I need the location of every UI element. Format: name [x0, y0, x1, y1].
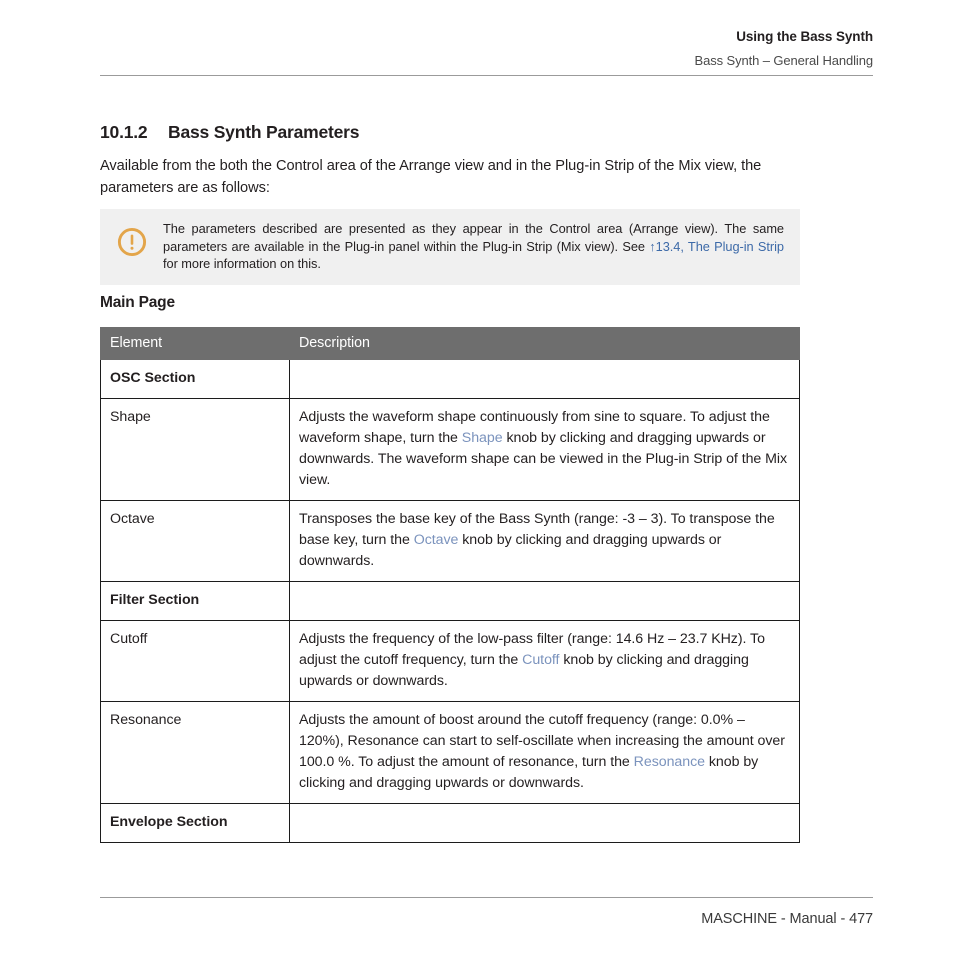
note-callout: The parameters described are presented a… — [100, 209, 800, 285]
parameters-table-container: Element Description OSC Section Shape Adj… — [100, 327, 800, 843]
desc-parameter-name: Octave — [413, 532, 459, 548]
desc-parameter-name: Shape — [461, 430, 503, 446]
column-header-description: Description — [289, 327, 800, 360]
cell-parameter-name: Octave — [100, 500, 290, 582]
header-divider — [100, 75, 873, 76]
table-row: Envelope Section — [100, 803, 800, 843]
desc-parameter-name: Cutoff — [522, 652, 560, 668]
cell-parameter-name: Cutoff — [100, 620, 290, 702]
cell-description: Adjusts the amount of boost around the c… — [289, 701, 800, 804]
table-body: OSC Section Shape Adjusts the waveform sh… — [100, 359, 800, 843]
column-header-element: Element — [100, 327, 290, 360]
running-header-subtitle: Bass Synth – General Handling — [694, 53, 874, 68]
cell-description — [289, 581, 800, 621]
subheading-main-page: Main Page — [100, 294, 175, 311]
cell-section-label: Filter Section — [100, 581, 290, 621]
footer-divider — [100, 897, 873, 898]
section-heading: 10.1.2 Bass Synth Parameters — [100, 122, 360, 143]
page-footer: MASCHINE - Manual - 477 — [701, 911, 873, 927]
table-row: Shape Adjusts the waveform shape continuo… — [100, 398, 800, 501]
document-page: Using the Bass Synth Bass Synth – Genera… — [0, 0, 954, 954]
cell-description — [289, 359, 800, 399]
cell-description: Transposes the base key of the Bass Synt… — [289, 500, 800, 582]
cell-description — [289, 803, 800, 843]
note-text-part2: for more information on this. — [163, 256, 321, 272]
cell-parameter-name: Shape — [100, 398, 290, 501]
table-header-row: Element Description — [100, 327, 800, 360]
table-row: Octave Transposes the base key of the Bas… — [100, 500, 800, 582]
table-row: Cutoff Adjusts the frequency of the low-p… — [100, 620, 800, 702]
section-title: Bass Synth Parameters — [168, 122, 360, 142]
cell-section-label: Envelope Section — [100, 803, 290, 843]
running-header-title: Using the Bass Synth — [736, 29, 873, 44]
table-row: OSC Section — [100, 359, 800, 399]
section-number: 10.1.2 — [100, 122, 148, 142]
running-header: Using the Bass Synth Bass Synth – Genera… — [100, 28, 874, 70]
cell-parameter-name: Resonance — [100, 701, 290, 804]
cell-section-label: OSC Section — [100, 359, 290, 399]
cell-description: Adjusts the frequency of the low-pass fi… — [289, 620, 800, 702]
note-text: The parameters described are presented a… — [163, 220, 790, 273]
intro-paragraph: Available from the both the Control area… — [100, 158, 762, 196]
cell-description: Adjusts the waveform shape continuously … — [289, 398, 800, 501]
desc-parameter-name: Resonance — [633, 754, 705, 770]
table-row: Resonance Adjusts the amount of boost aro… — [100, 701, 800, 804]
exclamation-circle-icon — [117, 227, 146, 257]
note-link[interactable]: ↑13.4, The Plug-in Strip — [649, 239, 784, 254]
table-row: Filter Section — [100, 581, 800, 621]
parameters-table: Element Description OSC Section Shape Adj… — [100, 327, 800, 843]
note-icon-container — [100, 220, 163, 257]
